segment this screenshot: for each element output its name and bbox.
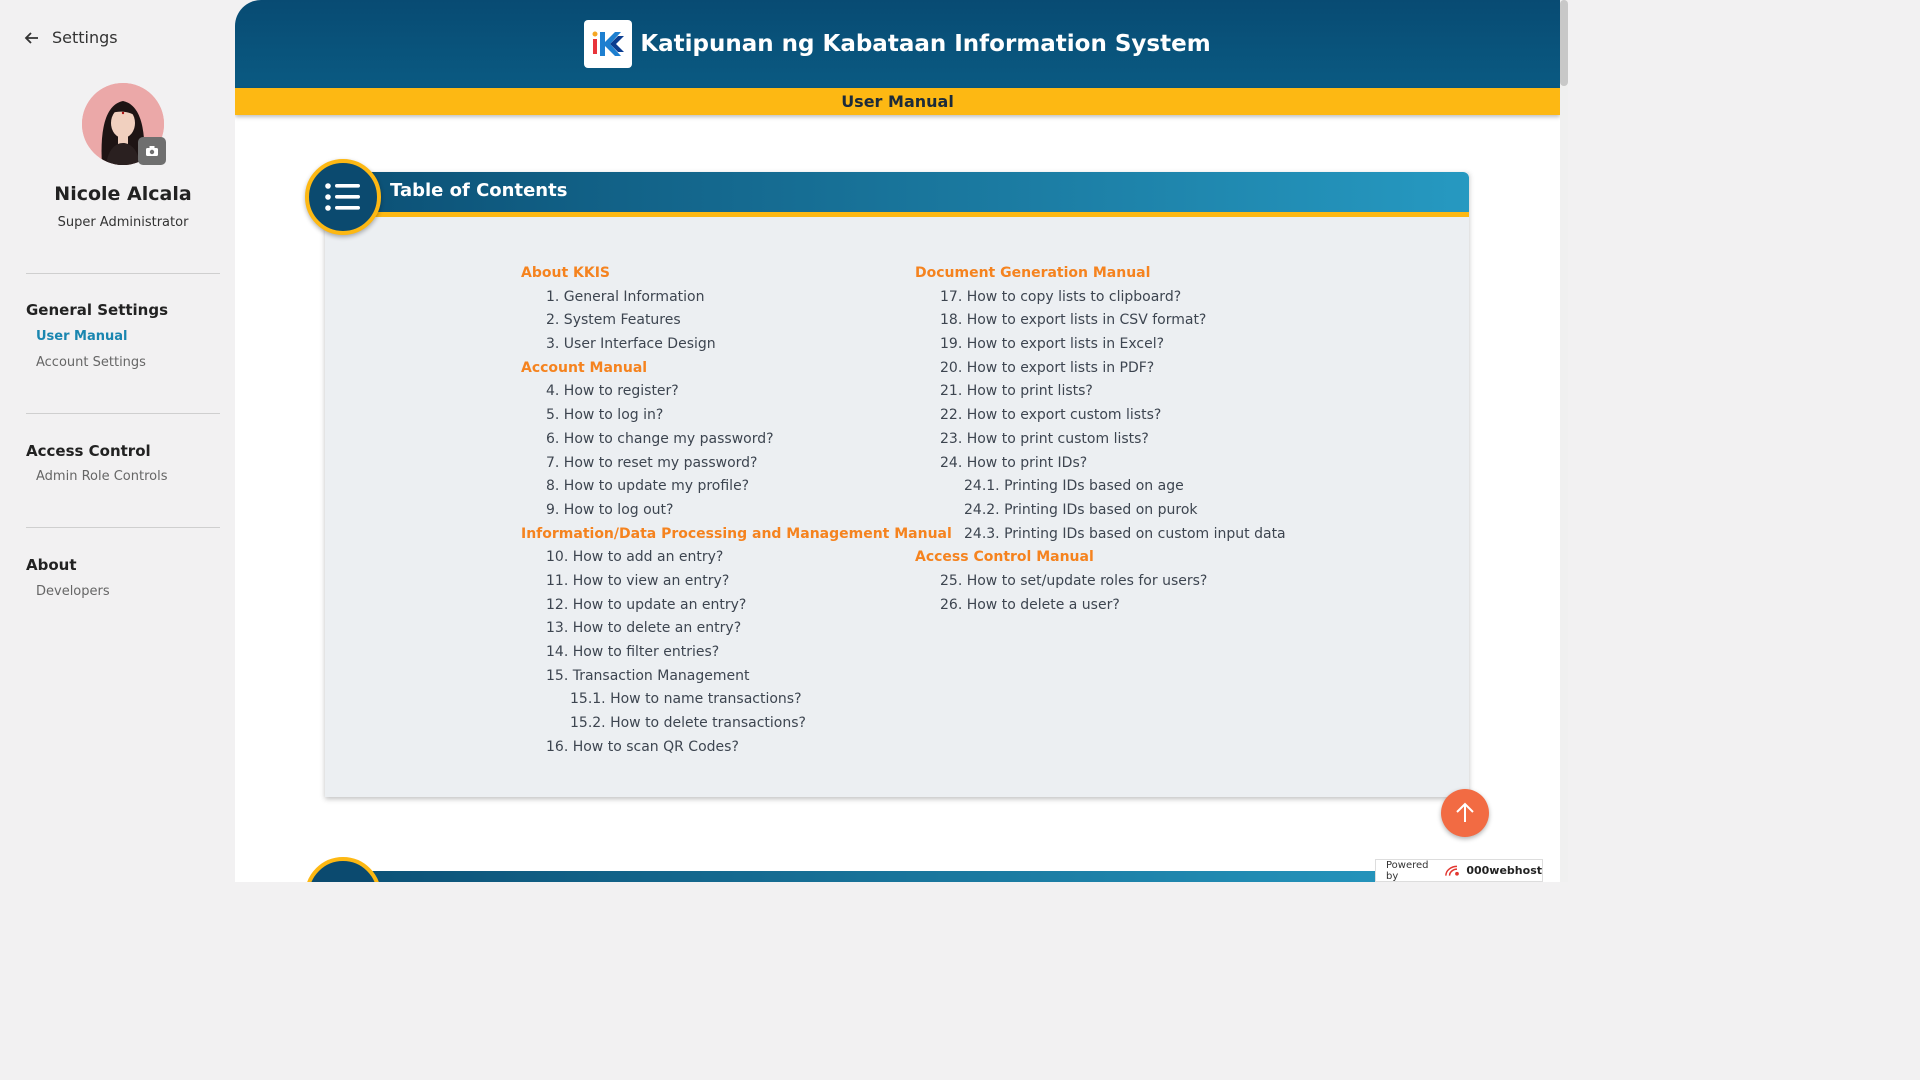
list-icon [325,183,360,211]
user-name: Nicole Alcala [54,183,192,205]
section-title-about: About [26,556,77,574]
divider [26,273,220,274]
toc-link[interactable]: 6. How to change my password? [521,428,952,452]
toc-link[interactable]: 17. How to copy lists to clipboard? [915,286,1286,310]
toc-link[interactable]: 24.1. Printing IDs based on age [915,475,1286,499]
toc-link[interactable]: 10. How to add an entry? [521,546,952,570]
toc-link[interactable]: 24.3. Printing IDs based on custom input… [915,523,1286,547]
arrow-up-icon [1456,802,1474,822]
toc-link[interactable]: 15. Transaction Management [521,665,952,689]
toc-category: About KKIS [521,265,610,281]
avatar-container [82,83,166,165]
back-label: Settings [52,28,118,47]
page-title-bar: User Manual [235,88,1560,115]
sidebar-item-user-manual[interactable]: User Manual [36,329,128,344]
back-to-settings-button[interactable]: Settings [24,28,118,47]
toc-link[interactable]: 3. User Interface Design [521,333,952,357]
sidebar-item-admin-role-controls[interactable]: Admin Role Controls [36,469,167,484]
toc-link[interactable]: 26. How to delete a user? [915,594,1286,618]
main-panel: Katipunan ng Kabataan Information System… [235,0,1560,882]
toc-link[interactable]: 5. How to log in? [521,404,952,428]
page-scrollbar[interactable] [1560,0,1568,882]
change-photo-button[interactable] [138,137,166,165]
scrollbar-thumb[interactable] [1560,0,1568,86]
toc-link[interactable]: 13. How to delete an entry? [521,617,952,641]
toc-category: Account Manual [521,359,648,376]
app-header: Katipunan ng Kabataan Information System [235,0,1560,88]
toc-link[interactable]: 12. How to update an entry? [521,594,952,618]
camera-icon [146,146,158,156]
next-section-header [325,871,1469,882]
kkis-logo [584,20,633,68]
app-title: Katipunan ng Kabataan Information System [640,31,1211,57]
toc-category: Document Generation Manual [915,265,1151,281]
sidebar-item-account-settings[interactable]: Account Settings [36,355,146,370]
divider [26,413,220,414]
toc-header: Table of Contents [325,172,1469,212]
toc-link[interactable]: 21. How to print lists? [915,380,1286,404]
toc-header-underline [325,212,1469,217]
toc-link[interactable]: 1. General Information [521,286,952,310]
toc-link[interactable]: 18. How to export lists in CSV format? [915,309,1286,333]
toc-link[interactable]: 11. How to view an entry? [521,570,952,594]
toc-link[interactable]: 25. How to set/update roles for users? [915,570,1286,594]
toc-category: Access Control Manual [915,549,1094,566]
toc-link[interactable]: 15.2. How to delete transactions? [521,712,952,736]
toc-link[interactable]: 16. How to scan QR Codes? [521,736,952,760]
powered-brand: 000webhost [1466,864,1542,877]
section-title-access-control: Access Control [26,442,151,460]
toc-link[interactable]: 23. How to print custom lists? [915,428,1286,452]
toc-link[interactable]: 22. How to export custom lists? [915,404,1286,428]
powered-prefix: Powered by [1386,859,1429,882]
divider [26,527,220,528]
toc-category: Information/Data Processing and Manageme… [521,525,952,542]
user-role: Super Administrator [57,215,189,230]
sidebar-item-developers[interactable]: Developers [36,584,110,599]
toc-link[interactable]: 2. System Features [521,309,952,333]
toc-title: Table of Contents [390,180,568,201]
table-of-contents-card: Table of Contents About KKIS 1. General I… [325,172,1469,797]
toc-link[interactable]: 7. How to reset my password? [521,452,952,476]
toc-link[interactable]: 4. How to register? [521,380,952,404]
toc-list-badge [305,159,381,235]
next-section-badge [305,857,381,882]
toc-link[interactable]: 20. How to export lists in PDF? [915,357,1286,381]
arrow-left-icon [24,31,38,44]
toc-link[interactable]: 9. How to log out? [521,499,952,523]
toc-left-column: About KKIS 1. General Information 2. Syste… [521,262,952,759]
settings-sidebar: Settings Nicole Alcala Super Administrat… [0,0,235,882]
scroll-to-top-button[interactable] [1441,789,1489,837]
powered-by-badge[interactable]: Powered by 000webhost [1375,859,1543,882]
toc-link[interactable]: 19. How to export lists in Excel? [915,333,1286,357]
webhost-logo-icon [1444,865,1459,876]
page-title: User Manual [841,92,954,111]
toc-link[interactable]: 8. How to update my profile? [521,475,952,499]
toc-link[interactable]: 24.2. Printing IDs based on purok [915,499,1286,523]
section-title-general-settings: General Settings [26,301,169,319]
toc-right-column: Document Generation Manual 17. How to cop… [915,262,1286,617]
toc-link[interactable]: 24. How to print IDs? [915,452,1286,476]
toc-link[interactable]: 14. How to filter entries? [521,641,952,665]
toc-link[interactable]: 15.1. How to name transactions? [521,688,952,712]
